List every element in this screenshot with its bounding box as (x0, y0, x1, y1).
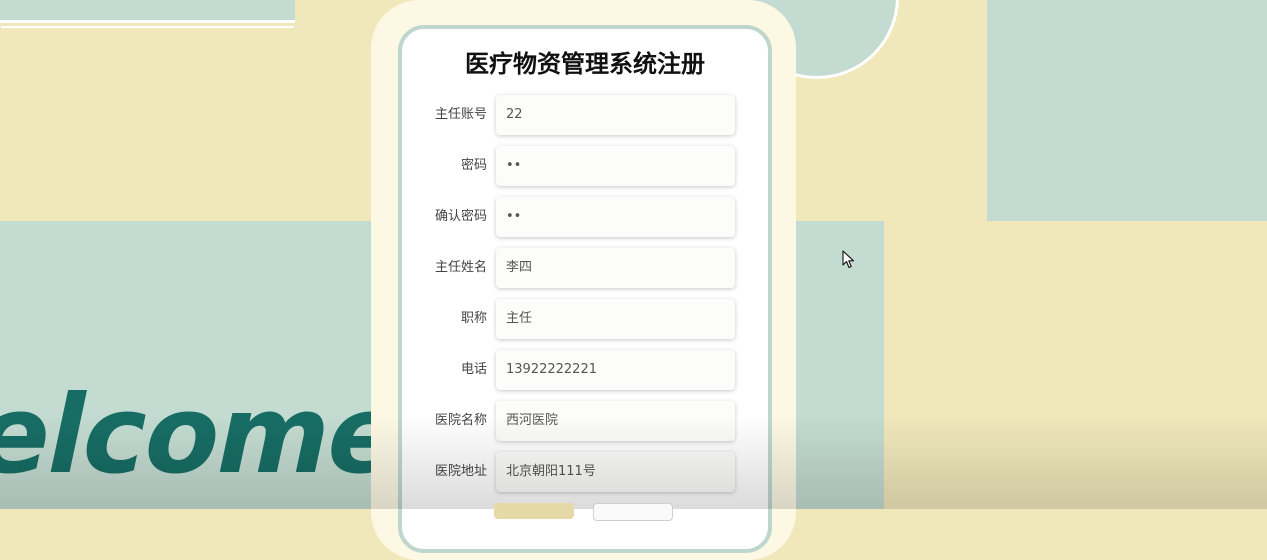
mouse-pointer-icon (842, 250, 855, 269)
form-row-confirm-password: 确认密码 •• (400, 197, 760, 237)
background-block-top-right (987, 0, 1267, 221)
welcome-text: elcome (0, 373, 414, 498)
account-input[interactable]: 22 (496, 95, 735, 135)
hospital-name-label: 医院名称 (434, 413, 487, 428)
phone-input[interactable]: 13922222221 (496, 350, 735, 390)
form-row-director-name: 主任姓名 李四 (400, 248, 760, 288)
form-row-phone: 电话 13922222221 (400, 350, 760, 390)
confirm-password-label: 确认密码 (434, 209, 487, 224)
form-row-hospital-address: 医院地址 北京朝阳111号 (400, 452, 760, 492)
background-block-top-left (0, 0, 295, 23)
form-row-title: 职称 主任 (400, 299, 760, 339)
password-input[interactable]: •• (496, 146, 735, 186)
cancel-button[interactable] (593, 503, 673, 521)
director-name-input[interactable]: 李四 (496, 248, 735, 288)
hospital-address-label: 医院地址 (434, 464, 487, 479)
job-title-input[interactable]: 主任 (496, 299, 735, 339)
form-row-account: 主任账号 22 (400, 95, 760, 135)
register-button[interactable] (494, 503, 574, 519)
hospital-name-input[interactable]: 西河医院 (496, 401, 735, 441)
director-name-label: 主任姓名 (434, 260, 487, 275)
confirm-password-input[interactable]: •• (496, 197, 735, 237)
account-label: 主任账号 (434, 107, 487, 122)
phone-label: 电话 (460, 362, 487, 377)
form-row-password: 密码 •• (400, 146, 760, 186)
form-row-hospital-name: 医院名称 西河医院 (400, 401, 760, 441)
form-title: 医疗物资管理系统注册 (465, 50, 705, 78)
password-label: 密码 (460, 158, 487, 173)
job-title-label: 职称 (460, 311, 487, 326)
hospital-address-input[interactable]: 北京朝阳111号 (496, 452, 735, 492)
